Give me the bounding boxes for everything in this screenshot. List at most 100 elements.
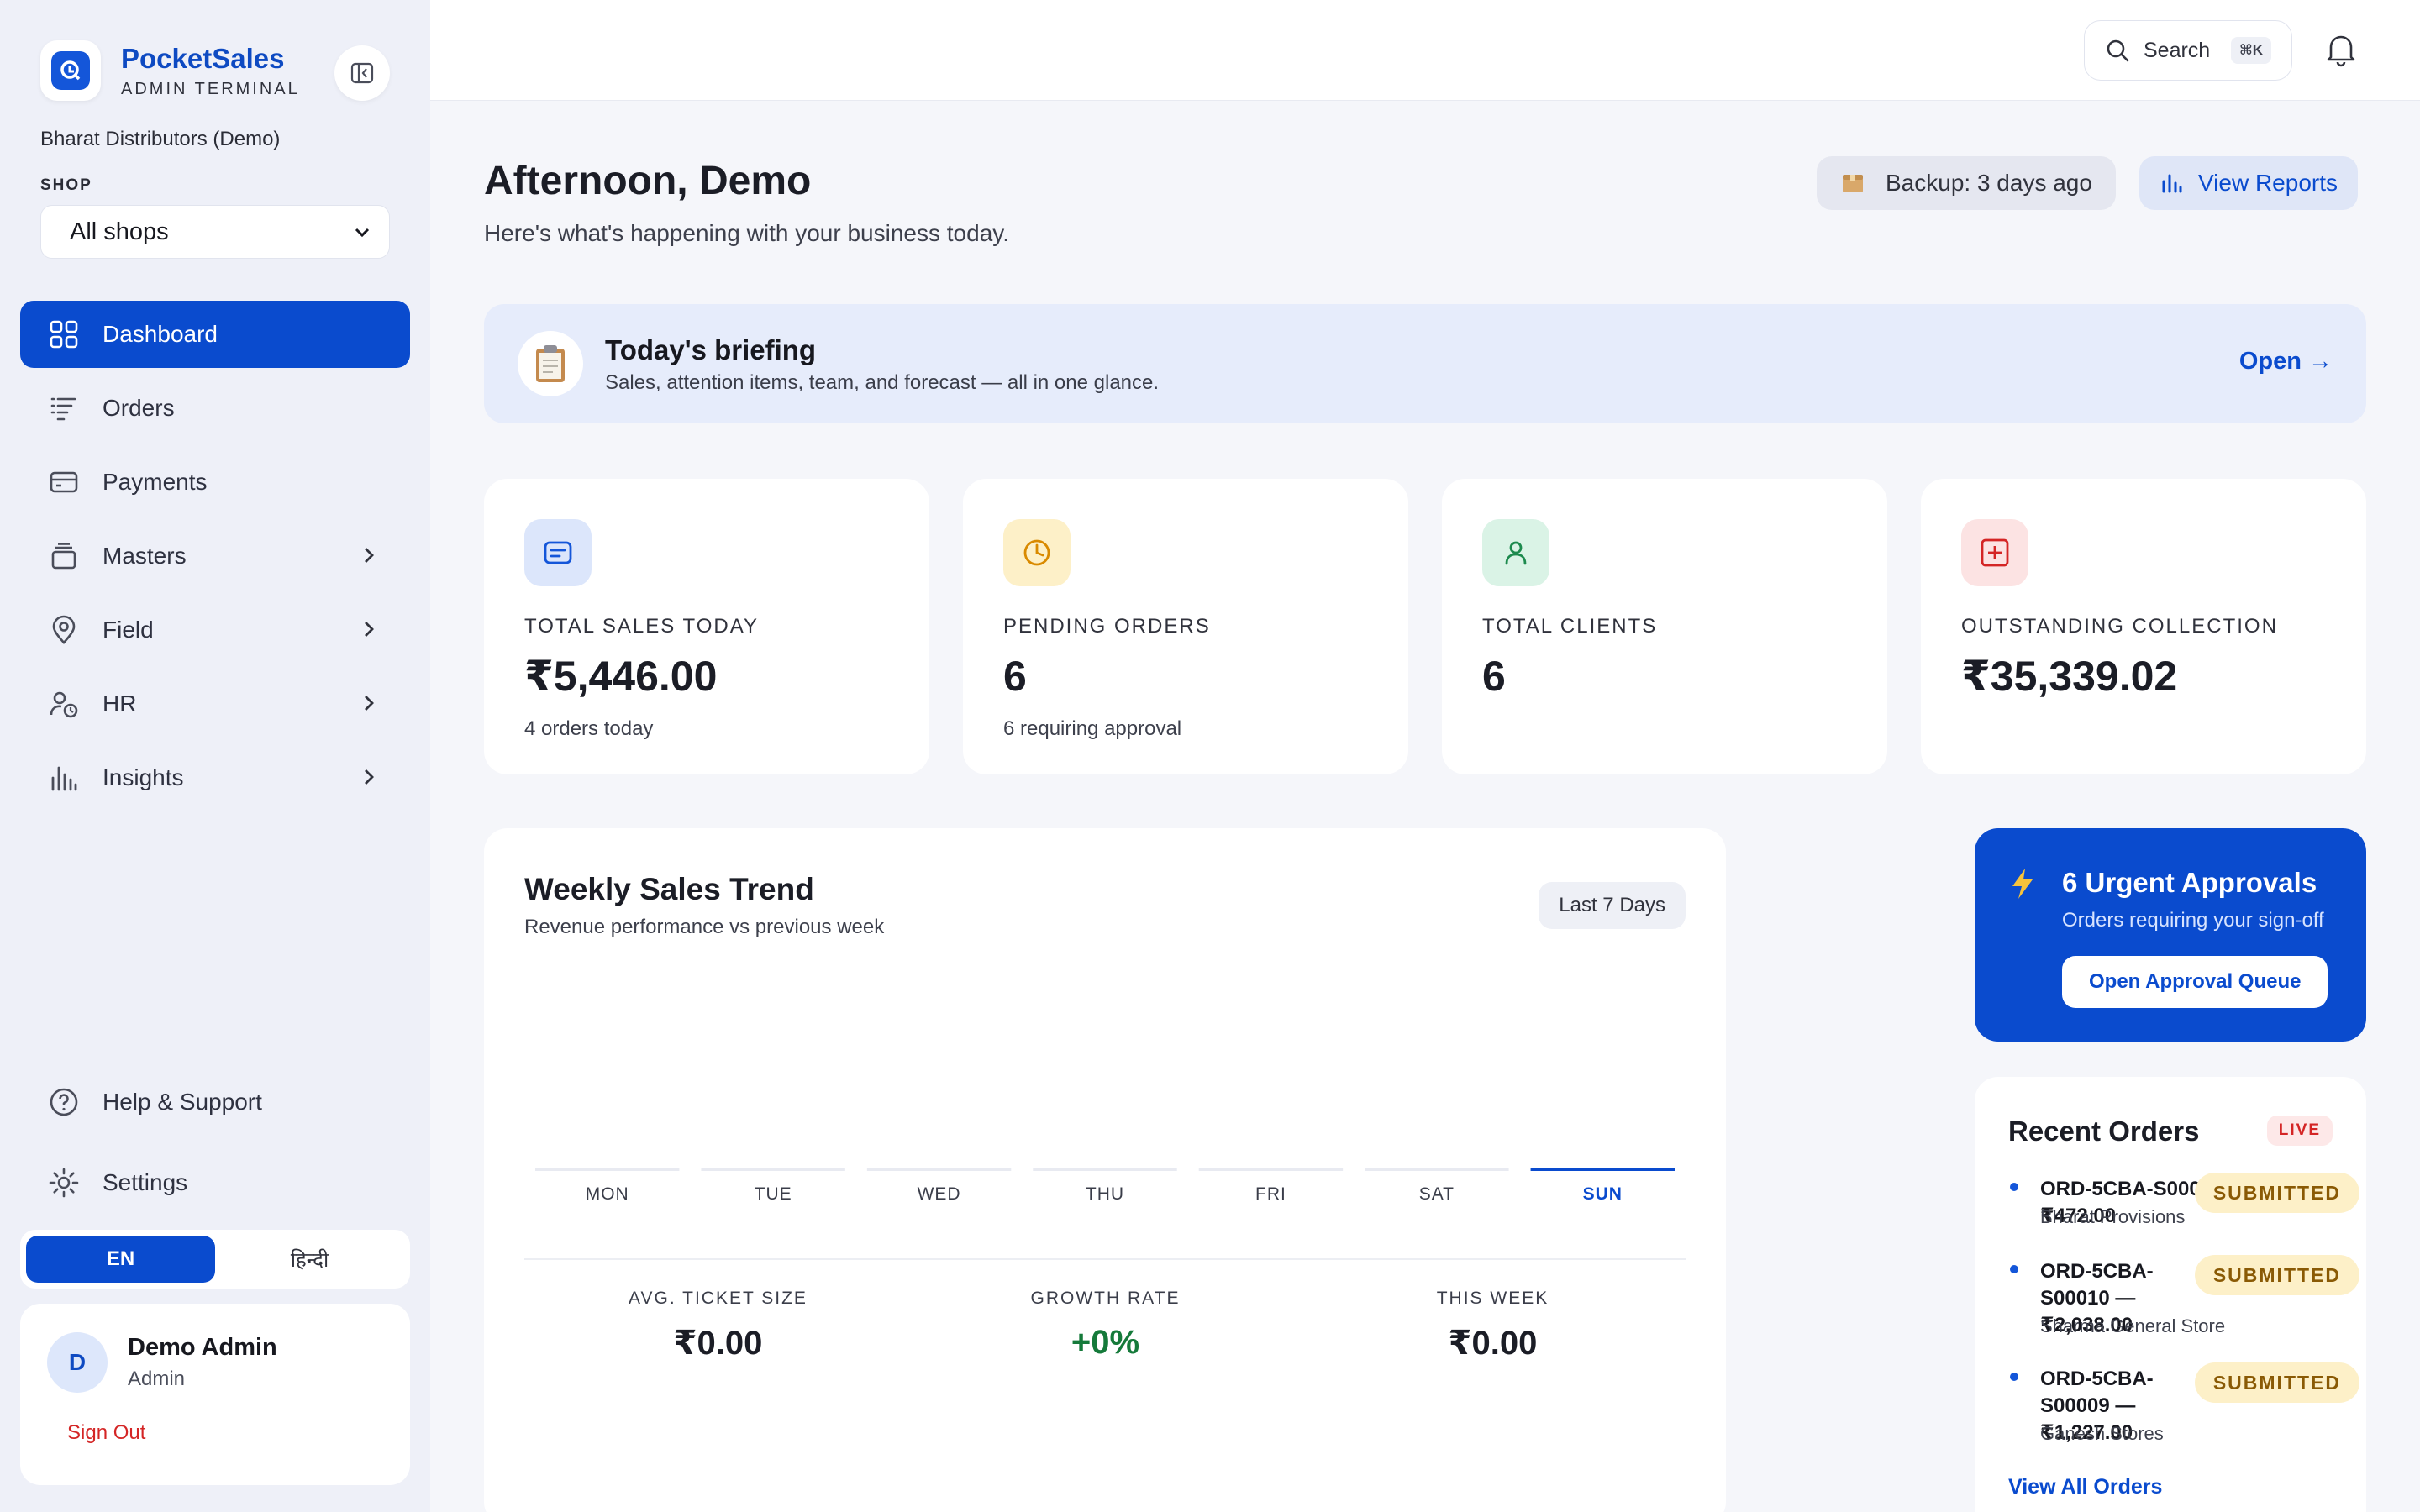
chart-bar-mon <box>535 1168 680 1171</box>
stat-subtext: 4 orders today <box>524 717 654 740</box>
stat-value: 6 <box>1003 653 1027 700</box>
user-icon <box>1482 519 1549 586</box>
chart-tick-label: MON <box>586 1184 629 1204</box>
view-reports-button[interactable]: View Reports <box>2139 156 2359 210</box>
view-all-orders-link[interactable]: View All Orders <box>2008 1475 2162 1499</box>
recent-orders-title: Recent Orders <box>2008 1116 2200 1147</box>
search-icon <box>2107 39 2129 62</box>
nav-item-settings[interactable]: Settings <box>20 1149 410 1216</box>
brand[interactable]: PocketSales ADMIN TERMINAL <box>40 40 300 101</box>
chart-tick-label: WED <box>918 1184 961 1204</box>
status-badge: SUBMITTED <box>2194 1362 2360 1403</box>
card-icon <box>47 465 81 499</box>
collapse-sidebar-button[interactable] <box>334 45 390 101</box>
page-title: Afternoon, Demo <box>484 159 812 203</box>
clipboard-icon <box>518 331 583 396</box>
sign-out-link[interactable]: Sign Out <box>67 1421 145 1445</box>
topbar: Search ⌘K <box>430 0 2420 101</box>
status-badge: SUBMITTED <box>2194 1255 2360 1295</box>
date-range-chip[interactable]: Last 7 Days <box>1539 882 1686 929</box>
urgent-title: 6 Urgent Approvals <box>2062 867 2317 898</box>
nav-item-label: Insights <box>103 764 184 790</box>
user-clock-icon <box>47 687 81 721</box>
brand-subtitle: ADMIN TERMINAL <box>121 79 300 98</box>
nav-item-label: Field <box>103 617 154 643</box>
order-client: Sharma General Store <box>2040 1315 2226 1336</box>
metric-value: +0% <box>1071 1324 1140 1361</box>
chart-bar-thu <box>1033 1168 1177 1171</box>
stat-card-outstanding-collection[interactable]: OUTSTANDING COLLECTION ₹35,339.02 <box>1921 479 2366 774</box>
metric-label: THIS WEEK <box>1436 1289 1549 1308</box>
weekly-sales-chart: MON TUE WED THU FRI SAT SUN <box>535 1168 1675 1204</box>
language-toggle: EN हिन्दी <box>20 1230 410 1289</box>
order-client: Bharat Provisions <box>2040 1206 2186 1227</box>
nav-item-orders[interactable]: Orders <box>20 375 410 442</box>
search-button[interactable]: Search ⌘K <box>2084 20 2292 81</box>
open-approval-queue-button[interactable]: Open Approval Queue <box>2062 956 2328 1008</box>
chevron-right-icon <box>365 622 374 637</box>
backup-status-chip[interactable]: Backup: 3 days ago <box>1817 156 2116 210</box>
chart-bar-tue <box>701 1168 845 1171</box>
gear-icon <box>47 1166 81 1200</box>
stat-label: TOTAL SALES TODAY <box>524 615 759 638</box>
secondary-nav: Help & Support Settings <box>20 1068 410 1230</box>
nav-item-masters[interactable]: Masters <box>20 522 410 590</box>
organization-name: Bharat Distributors (Demo) <box>40 128 281 150</box>
urgent-approvals-card: 6 Urgent Approvals Orders requiring your… <box>1975 828 2366 1042</box>
bar-chart-icon <box>47 761 81 795</box>
chevron-right-icon <box>365 769 374 785</box>
divider <box>524 1258 1686 1260</box>
status-badge: SUBMITTED <box>2194 1173 2360 1213</box>
nav-item-label: Orders <box>103 395 175 421</box>
nav-item-help[interactable]: Help & Support <box>20 1068 410 1136</box>
sidebar: PocketSales ADMIN TERMINAL Bharat Distri… <box>0 0 430 1512</box>
nav-item-payments[interactable]: Payments <box>20 449 410 516</box>
chart-tick-label: FRI <box>1255 1184 1286 1204</box>
metric-value: ₹0.00 <box>673 1325 763 1362</box>
briefing-banner[interactable]: Today's briefing Sales, attention items,… <box>484 304 2366 423</box>
bullet-dot <box>2010 1183 2018 1191</box>
trend-subtitle: Revenue performance vs previous week <box>524 916 885 938</box>
backup-status: Backup: 3 days ago <box>1886 170 2092 196</box>
stat-card-pending-orders[interactable]: PENDING ORDERS 6 6 requiring approval <box>963 479 1408 774</box>
nav-item-field[interactable]: Field <box>20 596 410 664</box>
bell-icon <box>2327 35 2355 67</box>
stat-value: 6 <box>1482 653 1506 700</box>
nav-item-insights[interactable]: Insights <box>20 744 410 811</box>
shop-label: SHOP <box>40 176 92 194</box>
trend-title: Weekly Sales Trend <box>524 872 814 906</box>
logo-icon <box>51 51 90 90</box>
main-content: Search ⌘K Afternoon, Demo Here's what's … <box>430 0 2420 1512</box>
shop-select-value: All shops <box>70 218 169 245</box>
main-nav: Dashboard Orders Payments Masters Field … <box>20 301 410 818</box>
nav-item-label: Help & Support <box>103 1089 262 1115</box>
search-shortcut: ⌘K <box>2230 37 2271 64</box>
nav-item-label: Masters <box>103 543 187 569</box>
plus-square-icon <box>1961 519 2028 586</box>
user-name: Demo Admin <box>128 1334 277 1361</box>
metric-avg-ticket: AVG. TICKET SIZE ₹0.00 <box>524 1289 912 1362</box>
nav-item-hr[interactable]: HR <box>20 670 410 738</box>
briefing-open-link[interactable]: Open → <box>2239 348 2333 375</box>
chart-bar-wed <box>866 1168 1012 1171</box>
lang-option-en[interactable]: EN <box>26 1236 215 1283</box>
stat-card-total-sales[interactable]: TOTAL SALES TODAY ₹5,446.00 4 orders tod… <box>484 479 929 774</box>
bar-chart-icon <box>2162 174 2182 193</box>
chart-bar-sat <box>1365 1168 1509 1171</box>
shop-select[interactable]: All shops <box>40 205 390 259</box>
metric-growth-rate: GROWTH RATE +0% <box>912 1289 1299 1362</box>
stat-label: TOTAL CLIENTS <box>1482 615 1658 638</box>
order-client: Ganesh Stores <box>2040 1423 2164 1444</box>
list-filter-icon <box>47 391 81 425</box>
brand-name: PocketSales <box>121 42 285 74</box>
avatar[interactable]: D <box>47 1332 108 1393</box>
notifications-button[interactable] <box>2324 32 2358 71</box>
nav-item-dashboard[interactable]: Dashboard <box>20 301 410 368</box>
box-icon <box>1843 175 1863 192</box>
lang-option-hi[interactable]: हिन्दी <box>215 1236 404 1283</box>
chart-bar-fri <box>1198 1168 1344 1171</box>
briefing-subtitle: Sales, attention items, team, and foreca… <box>605 371 1160 394</box>
metric-label: AVG. TICKET SIZE <box>629 1289 808 1308</box>
clock-icon <box>1003 519 1071 586</box>
stat-card-total-clients[interactable]: TOTAL CLIENTS 6 <box>1442 479 1887 774</box>
